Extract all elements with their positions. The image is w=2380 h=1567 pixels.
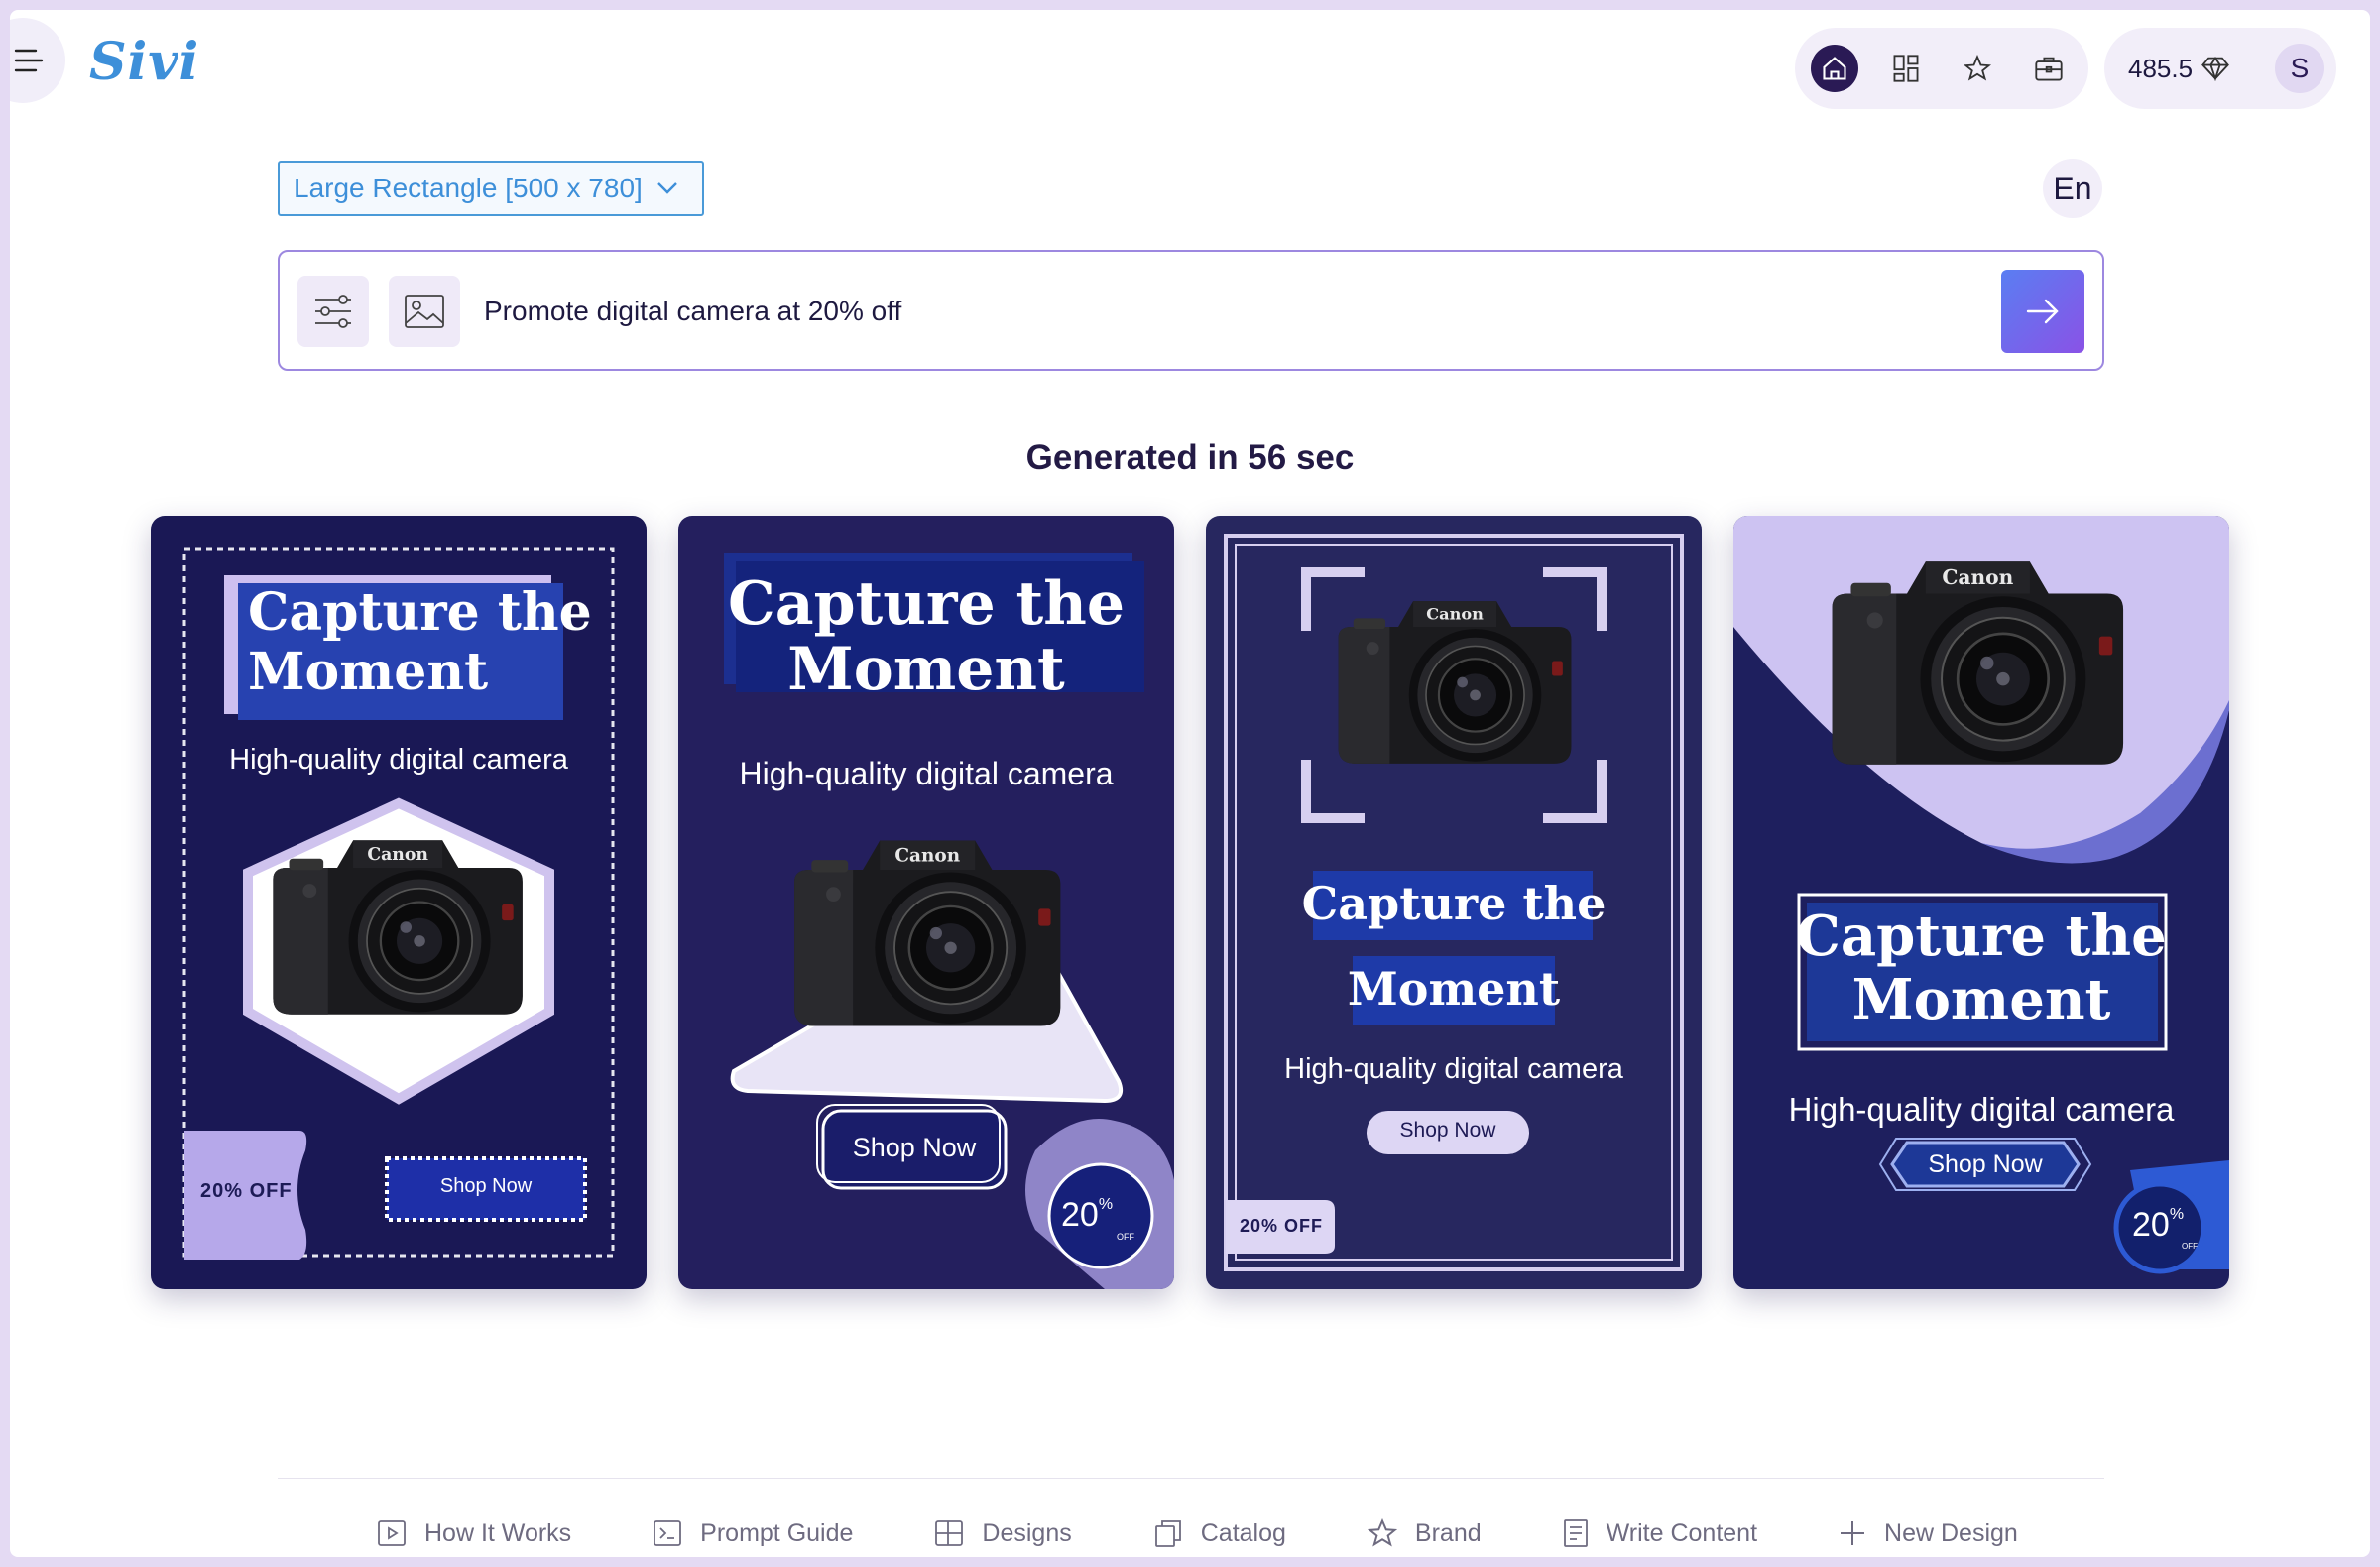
design-2-discount: 20% [1061, 1196, 1113, 1235]
app-window: Sivi 485.5 S Large Rectangle [500 x 780]… [10, 10, 2370, 1557]
copy-icon [1154, 1520, 1181, 1547]
design-3-camera-image [1315, 585, 1593, 780]
footer-catalog-label: Catalog [1200, 1518, 1286, 1547]
grid-icon [935, 1520, 964, 1546]
footer-new-design[interactable]: New Design [1839, 1519, 2018, 1548]
image-upload-button[interactable] [389, 276, 460, 347]
footer-brand-label: Brand [1414, 1518, 1482, 1547]
nav-home-button[interactable] [1811, 45, 1858, 92]
credits-pill[interactable]: 485.5 S [2104, 28, 2336, 109]
terminal-icon [654, 1520, 682, 1546]
design-2-headline-line2: Moment [787, 635, 1065, 704]
footer-how-it-works[interactable]: How It Works [377, 1519, 571, 1548]
design-1-headline: Capture the Moment [248, 583, 592, 702]
design-1-shop-now-button[interactable]: Shop Now [387, 1175, 585, 1198]
design-2-headline: Capture the Moment [678, 571, 1174, 702]
design-4-subtitle: High-quality digital camera [1788, 1091, 2175, 1128]
menu-button[interactable] [10, 18, 65, 103]
design-1-subtitle: High-quality digital camera [229, 744, 568, 776]
footer-write-content[interactable]: Write Content [1563, 1518, 1757, 1548]
user-avatar[interactable]: S [2275, 44, 2324, 93]
prompt-input[interactable] [484, 292, 1823, 331]
design-2-headline-line1: Capture the [727, 569, 1126, 639]
nav-dashboard-button[interactable] [1882, 45, 1930, 92]
design-1-headline-line2: Moment [248, 642, 489, 702]
design-4-headline-line2: Moment [1851, 967, 2111, 1032]
image-icon [405, 295, 444, 328]
design-2-camera-image [768, 823, 1085, 1043]
settings-button[interactable] [298, 276, 369, 347]
briefcase-icon [2035, 57, 2063, 81]
footer-designs-label: Designs [982, 1518, 1072, 1547]
footer-how-it-works-label: How It Works [424, 1518, 572, 1547]
design-2-shop-now-button[interactable]: Shop Now [823, 1133, 1006, 1163]
star-icon [1367, 1518, 1397, 1547]
design-card-1[interactable]: Capture the Moment High-quality digital … [151, 516, 647, 1289]
footer-designs[interactable]: Designs [934, 1518, 1072, 1548]
size-select-value: Large Rectangle [500 x 780] [294, 173, 643, 203]
generate-button[interactable] [2001, 270, 2084, 353]
footer-prompt-guide-label: Prompt Guide [700, 1518, 854, 1547]
design-1-camera-image [248, 823, 545, 1031]
arrow-right-icon [2026, 299, 2059, 324]
design-card-4[interactable]: Capture the Moment High-quality digital … [1733, 516, 2229, 1289]
language-button[interactable]: En [2043, 159, 2102, 218]
size-select[interactable]: Large Rectangle [500 x 780] [278, 161, 704, 216]
footer-brand[interactable]: Brand [1367, 1518, 1482, 1548]
footer-write-content-label: Write Content [1606, 1518, 1758, 1547]
design-2-subtitle: High-quality digital camera [739, 756, 1114, 791]
design-3-shop-now-button[interactable]: Shop Now [1367, 1119, 1529, 1143]
star-icon [1964, 55, 1991, 81]
footer-nav: How It Works Prompt Guide Designs Catalo… [377, 1509, 2018, 1557]
document-icon [1563, 1519, 1588, 1547]
design-4-discount-number: 20 [2132, 1206, 2170, 1244]
footer-prompt-guide[interactable]: Prompt Guide [653, 1519, 853, 1548]
prompt-box [278, 250, 2104, 371]
design-2-discount-percent: % [1098, 1196, 1114, 1213]
diamond-icon [2202, 56, 2229, 81]
design-3-headline-line2: Moment [1347, 962, 1561, 1016]
design-2-discount-number: 20 [1061, 1196, 1099, 1234]
design-card-2[interactable]: Capture the Moment High-quality digital … [678, 516, 1174, 1289]
design-3-discount: 20% OFF [1240, 1216, 1324, 1236]
footer-divider [278, 1478, 2104, 1479]
footer-new-design-label: New Design [1884, 1518, 2018, 1547]
settings-sliders-icon [315, 295, 351, 328]
credits-value: 485.5 [2128, 53, 2194, 83]
design-1-headline-line1: Capture the [248, 582, 592, 643]
design-4-headline-line1: Capture the [1796, 904, 2167, 969]
chevron-down-icon [656, 182, 677, 194]
design-2-discount-off: OFF [1117, 1232, 1134, 1242]
design-4-camera-image [1803, 542, 2150, 784]
plus-icon [1841, 1521, 1865, 1545]
main-nav [1795, 28, 2088, 109]
play-icon [378, 1520, 406, 1546]
design-1-discount: 20% OFF [200, 1180, 293, 1202]
design-card-3[interactable]: Capture the Moment High-quality digital … [1206, 516, 1702, 1289]
home-icon [1823, 57, 1846, 80]
nav-brand-kit-button[interactable] [2025, 45, 2073, 92]
generation-status: Generated in 56 sec [1025, 438, 1355, 477]
dashboard-icon [1893, 55, 1919, 82]
design-4-headline: Capture the Moment [1733, 904, 2229, 1031]
design-4-discount-off: OFF [2182, 1242, 2198, 1251]
design-4-discount: 20% [2132, 1206, 2184, 1245]
nav-favorites-button[interactable] [1954, 45, 2001, 92]
hamburger-icon [14, 49, 44, 72]
design-3-subtitle: High-quality digital camera [1284, 1053, 1623, 1085]
design-3-headline-line1: Capture the [1301, 877, 1606, 930]
design-4-shop-now-button[interactable]: Shop Now [1896, 1150, 2075, 1179]
footer-catalog[interactable]: Catalog [1153, 1518, 1286, 1548]
design-4-discount-percent: % [2169, 1206, 2185, 1223]
app-logo[interactable]: Sivi [89, 32, 199, 92]
